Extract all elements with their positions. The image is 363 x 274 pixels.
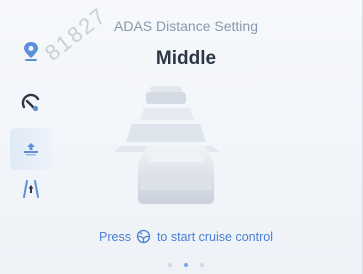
page-indicator[interactable]	[0, 254, 362, 272]
distance-illustration	[114, 86, 220, 204]
page-dot[interactable]	[167, 263, 172, 267]
sidebar-item-distance-setting[interactable]	[10, 128, 52, 170]
sidebar-item-lane-assist[interactable]	[10, 168, 52, 210]
adas-settings-screen: ADAS Distance Setting Middle Press to st…	[0, 0, 363, 274]
ego-car-icon	[138, 144, 214, 204]
page-dot[interactable]	[200, 263, 205, 267]
steering-wheel-icon	[137, 229, 151, 244]
page-dot-active[interactable]	[184, 263, 188, 267]
hint-suffix: to start cruise control	[156, 230, 273, 244]
speed-limit-icon	[21, 93, 40, 112]
sidebar-item-speed-limit[interactable]	[10, 82, 52, 124]
cruise-control-hint: Press to start cruise control	[0, 229, 362, 244]
distance-setting-icon	[24, 143, 38, 156]
distance-mode-value: Middle	[155, 48, 217, 69]
lane-assist-icon	[23, 180, 39, 198]
lead-car-icon	[146, 86, 186, 104]
page-title: ADAS Distance Setting	[114, 18, 258, 34]
hint-prefix: Press	[99, 230, 131, 244]
